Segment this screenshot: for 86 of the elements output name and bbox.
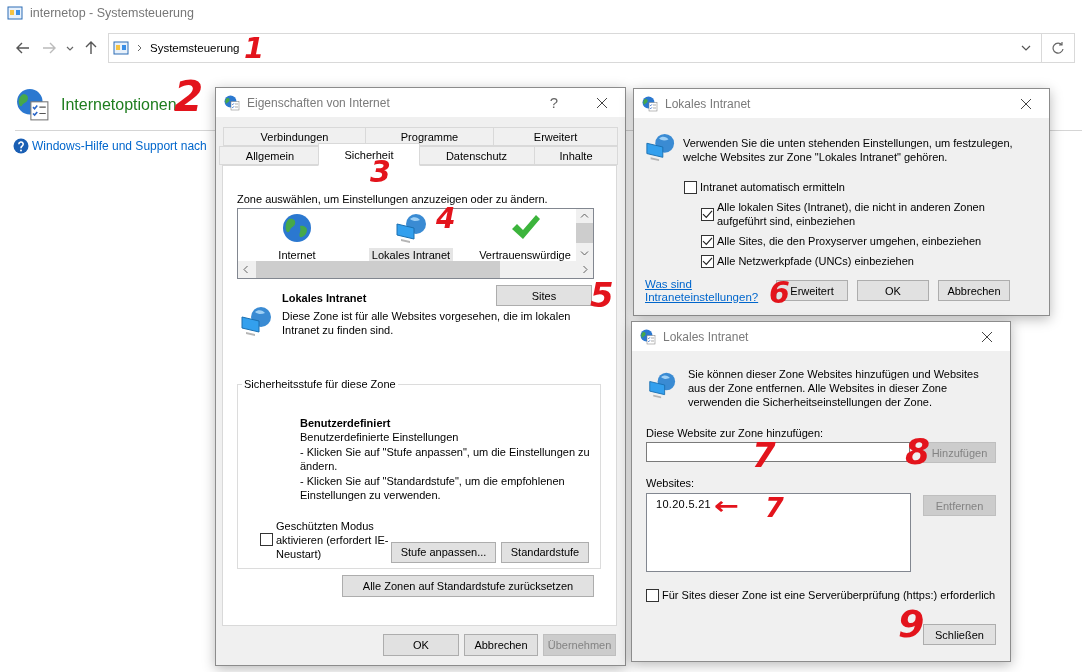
help-link[interactable]: Was sind Intraneteinstellungen? (645, 278, 767, 303)
checkbox-label: Alle Sites, die den Proxyserver umgehen, einbeziehen (717, 234, 982, 248)
up-arrow-icon[interactable] (85, 41, 97, 55)
checkbox-label: Geschützten Modus aktivieren (erfordert IE-Neustart) (276, 518, 390, 561)
handwritten-number: 2 (174, 76, 204, 118)
globe-icon (281, 212, 313, 244)
checkmark-icon (702, 236, 713, 246)
back-arrow-icon[interactable] (16, 42, 30, 54)
tab[interactable]: Erweitert (493, 127, 618, 146)
handwritten-number: 4 (436, 205, 456, 233)
zone-description: Diese Zone ist für alle Websites vorgesehen, die im lokalen Intranet zu finden sind. (282, 309, 572, 337)
monitor-globe-icon (395, 212, 427, 244)
handwritten-number: 9 (898, 605, 925, 643)
reset-zones-button[interactable]: Alle Zonen auf Standardstufe zurücksetzen (342, 574, 594, 597)
refresh-icon (1052, 42, 1064, 54)
page-heading[interactable]: Internetoptionen (61, 96, 177, 114)
checkbox[interactable] (260, 533, 273, 547)
help-link[interactable]: Windows-Hilfe und Support nach (32, 139, 207, 153)
scrollbar-thumb[interactable] (256, 261, 500, 278)
tab[interactable]: Inhalte (534, 146, 618, 165)
scrollbar[interactable] (238, 261, 593, 278)
cancel-button[interactable]: Abbrechen (938, 280, 1010, 301)
ok-button[interactable]: OK (857, 280, 929, 301)
close-icon[interactable] (597, 97, 607, 108)
checkbox[interactable] (646, 588, 659, 602)
control-panel-icon (7, 6, 23, 20)
level-title: Benutzerdefiniert (300, 416, 392, 430)
instruction-text: Zone auswählen, um Einstellungen anzuzeigen oder zu ändern. (237, 192, 549, 206)
checkbox[interactable] (701, 234, 714, 248)
handwritten-number: 1 (244, 34, 265, 63)
zone-title: Lokales Intranet (282, 291, 368, 306)
internet-options-icon (224, 94, 240, 111)
help-button[interactable]: ? (547, 94, 561, 111)
checkbox[interactable] (701, 207, 714, 221)
monitor-globe-icon (648, 370, 676, 400)
intro-text: Verwenden Sie die unten stehenden Einstellungen, um festzulegen, welche Websites zur Zone "Lokales Intranet" gehören. (683, 136, 1014, 164)
checkbox-label: Alle lokalen Sites (Intranet), die nicht in anderen Zonen aufgeführt sind, einbeziehen (717, 200, 986, 228)
level-description: Benutzerdefinierte Einstellungen (300, 430, 460, 445)
list-item[interactable]: 10.20.5.21 (656, 497, 711, 512)
checkbox[interactable] (701, 254, 714, 268)
refresh-button[interactable] (1042, 33, 1075, 63)
checkbox-label: Alle Netzwerkpfade (UNCs) einbeziehen (717, 254, 914, 268)
caret-icon[interactable] (66, 45, 74, 51)
monitor-globe-icon (240, 305, 272, 337)
dropdown-icon[interactable] (1021, 45, 1031, 51)
checkmark-icon (702, 209, 713, 219)
handwritten-number: 7 (765, 494, 784, 522)
checkbox[interactable] (684, 180, 697, 194)
handwritten-arrow: ← (714, 494, 740, 519)
dialog-title: Lokales Intranet (665, 96, 752, 111)
handwritten-number: 5 (590, 278, 614, 312)
zone-label[interactable]: Lokales Intranet (368, 248, 454, 261)
level-description: - Klicken Sie auf "Standardstufe", um die empfohlenen Einstellungen zu verwenden. (300, 473, 566, 503)
checkbox-label: Intranet automatisch ermitteln (700, 180, 845, 194)
level-description: - Klicken Sie auf "Stufe anpassen", um die Einstellungen zu ändern. (300, 444, 591, 474)
intro-text: Sie können dieser Zone Websites hinzufügen und Websites aus der Zone entfernen. Alle Websites in dieser Zone verwenden die Sicherheitseinstellungen der Zone. (688, 368, 980, 410)
control-panel-icon (113, 41, 129, 55)
chevron-icon (137, 44, 142, 52)
window-title: internetop - Systemsteuerung (30, 6, 194, 20)
help-icon (13, 138, 29, 154)
internet-options-icon (642, 95, 658, 112)
scrollbar-thumb[interactable] (576, 223, 593, 243)
checkmark-icon (702, 256, 713, 266)
dialog-title: Eigenschaften von Internet (247, 95, 391, 110)
tab[interactable]: Datenschutz (418, 146, 535, 165)
close-icon[interactable] (982, 331, 992, 342)
zone-label[interactable]: Vertrauenswürdige (476, 248, 574, 261)
close-button[interactable]: Schließen (923, 624, 996, 646)
monitor-globe-icon (645, 131, 675, 163)
zone-label[interactable]: Internet (275, 248, 319, 261)
dialog-title: Lokales Intranet (663, 329, 750, 344)
breadcrumb-item[interactable]: Systemsteuerung (150, 42, 240, 54)
tab[interactable]: Verbindungen (223, 127, 366, 146)
default-level-button[interactable]: Standardstufe (501, 541, 589, 563)
tab[interactable]: Allgemein (219, 146, 321, 165)
group-label: Sicherheitsstufe für diese Zone (243, 377, 397, 391)
field-label: Diese Website zur Zone hinzufügen: (646, 426, 825, 441)
field-label: Websites: (646, 476, 696, 491)
close-icon[interactable] (1021, 98, 1031, 109)
internet-options-icon (16, 88, 50, 122)
cancel-button[interactable]: Abbrechen (464, 634, 538, 656)
custom-level-button[interactable]: Stufe anpassen... (391, 541, 496, 563)
internet-options-icon (640, 328, 656, 345)
checkbox-label: Für Sites dieser Zone ist eine Serverüberprüfung (https:) erforderlich (662, 588, 996, 603)
ok-button[interactable]: OK (383, 634, 459, 656)
scrollbar[interactable] (576, 209, 593, 261)
